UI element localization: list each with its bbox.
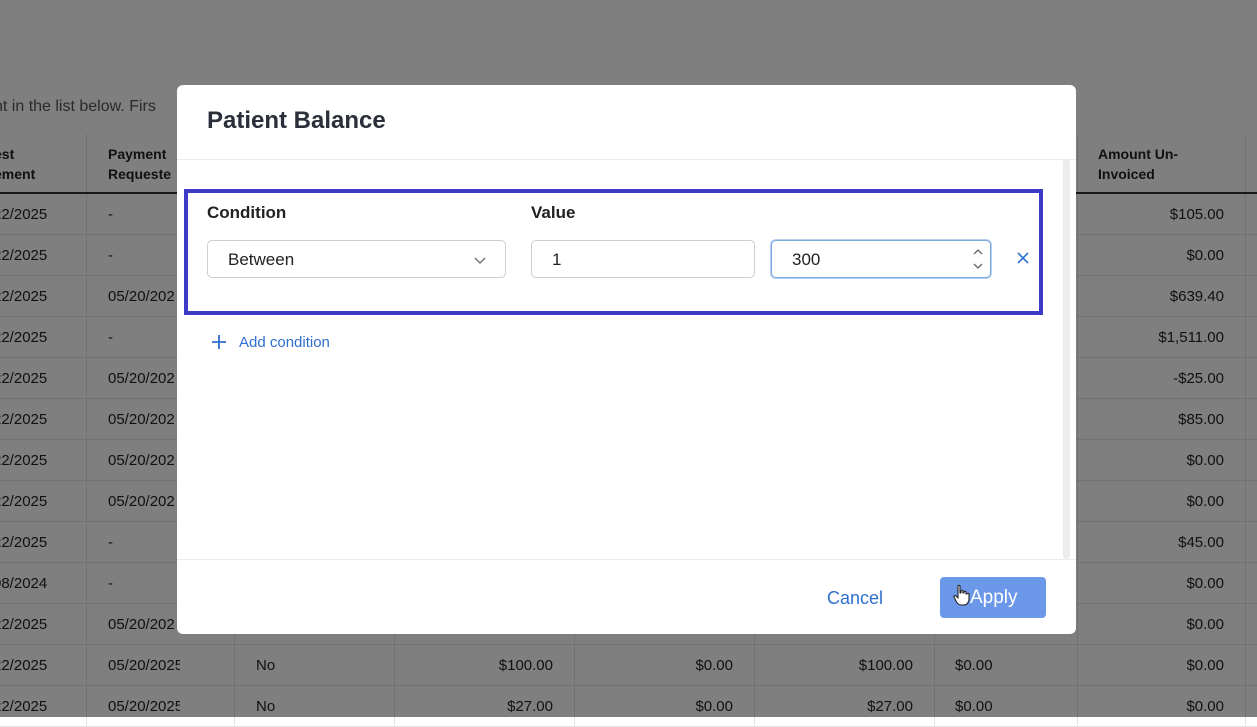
plus-icon — [212, 335, 226, 349]
dialog-header: Patient Balance — [177, 85, 1076, 160]
cancel-button[interactable]: Cancel — [827, 588, 883, 609]
chevron-down-icon — [474, 257, 486, 265]
dialog-title: Patient Balance — [207, 107, 386, 134]
condition-label: Condition — [207, 203, 287, 222]
add-condition-button[interactable]: Add condition — [211, 332, 330, 352]
value-max-text: 300 — [792, 250, 821, 269]
add-condition-label: Add condition — [239, 333, 330, 351]
condition-select[interactable]: Between — [207, 240, 506, 278]
patient-balance-dialog: Patient Balance Condition Value Between … — [177, 85, 1076, 634]
value-min-text: 1 — [552, 250, 562, 269]
apply-button[interactable]: Apply — [940, 577, 1046, 618]
dialog-footer: Cancel Apply — [177, 559, 1076, 634]
spinner-arrows-icon[interactable] — [972, 245, 984, 273]
condition-select-value: Between — [228, 250, 295, 269]
apply-button-label: Apply — [970, 587, 1018, 608]
dialog-scrollbar[interactable] — [1063, 159, 1070, 559]
value-max-input[interactable]: 300 — [771, 240, 991, 278]
value-label: Value — [531, 203, 576, 222]
close-icon[interactable] — [1015, 250, 1031, 266]
value-min-input[interactable]: 1 — [531, 240, 755, 278]
hand-pointer-cursor — [953, 584, 970, 606]
